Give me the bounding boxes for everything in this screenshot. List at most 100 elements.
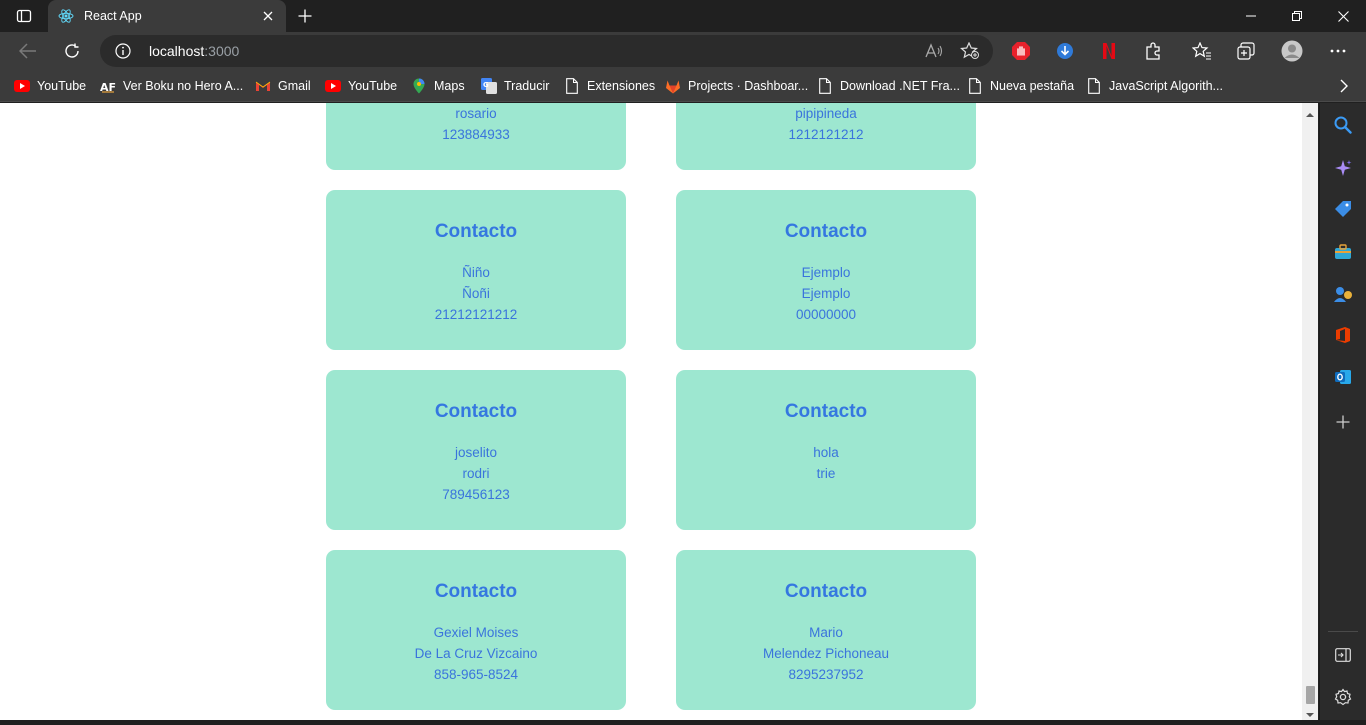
hide-sidebar-icon[interactable]: [1330, 642, 1356, 668]
bookmark-youtube[interactable]: YouTube: [14, 76, 86, 96]
games-icon[interactable]: [1330, 281, 1356, 307]
contact-line: Gexiel Moises: [433, 625, 519, 640]
page-icon: [817, 78, 833, 94]
contact-line: 1212121212: [788, 127, 864, 142]
contact-line: trie: [816, 466, 836, 481]
outlook-icon[interactable]: [1330, 364, 1356, 390]
bookmark-js-algorithms[interactable]: JavaScript Algorith...: [1086, 76, 1223, 96]
contact-line: Ejemplo: [801, 265, 851, 280]
bookmark-download-net[interactable]: Download .NET Fra...: [817, 76, 960, 96]
contact-line: Ejemplo: [801, 286, 851, 301]
page-viewport: rosario 123884933 pipipineda 1212121212 …: [0, 103, 1302, 720]
contact-line: pipipineda: [795, 106, 857, 121]
page-icon: [967, 78, 983, 94]
restore-button[interactable]: [1274, 0, 1320, 32]
search-icon[interactable]: [1330, 112, 1356, 138]
settings-gear-icon[interactable]: [1330, 684, 1356, 710]
contact-card: Contacto Ejemplo Ejemplo 00000000: [676, 190, 976, 350]
card-title: Contacto: [434, 401, 518, 422]
bookmark-gitlab-projects[interactable]: Projects · Dashboar...: [665, 76, 808, 96]
page-icon: [564, 78, 580, 94]
maps-icon: [411, 78, 427, 94]
tab-react-app[interactable]: React App: [48, 0, 286, 32]
contact-line: rodri: [462, 466, 490, 481]
contact-line: 00000000: [795, 307, 857, 322]
contact-line: 21212121212: [434, 307, 518, 322]
office-icon[interactable]: [1330, 322, 1356, 348]
minimize-button[interactable]: [1228, 0, 1274, 32]
edge-sidebar: [1319, 103, 1366, 720]
react-icon: [58, 8, 74, 24]
adblock-extension-icon[interactable]: [1006, 36, 1036, 66]
svg-text:AF: AF: [100, 81, 116, 93]
contact-line: 8295237952: [788, 667, 864, 682]
sidebar-divider: [1328, 631, 1358, 632]
scroll-up-icon[interactable]: [1305, 107, 1315, 117]
tab-actions-icon[interactable]: [8, 4, 40, 28]
download-extension-icon[interactable]: [1050, 36, 1080, 66]
add-favorite-icon[interactable]: [960, 41, 980, 61]
contact-card: Contacto Ñiño Ñoñi 21212121212: [326, 190, 626, 350]
contact-line: De La Cruz Vizcaino: [414, 646, 538, 661]
gmail-icon: [255, 78, 271, 94]
chevron-right-icon[interactable]: [1336, 77, 1352, 95]
card-title: Contacto: [784, 221, 868, 242]
contact-line: joselito: [454, 445, 498, 460]
contact-line: hola: [813, 445, 839, 460]
card-title: Contacto: [434, 221, 518, 242]
contact-line: 123884933: [442, 127, 510, 142]
card-title: Contacto: [784, 401, 868, 422]
tools-briefcase-icon[interactable]: [1330, 239, 1356, 265]
refresh-button[interactable]: [57, 36, 87, 66]
contact-card: Contacto hola trie: [676, 370, 976, 530]
scroll-down-icon[interactable]: [1305, 707, 1315, 717]
favorites-icon[interactable]: [1187, 36, 1217, 66]
shopping-tag-icon[interactable]: [1330, 196, 1356, 222]
copilot-sparkle-icon[interactable]: [1330, 155, 1356, 181]
contact-card: pipipineda 1212121212: [676, 103, 976, 170]
gitlab-icon: [665, 78, 681, 94]
new-tab-button[interactable]: [292, 4, 318, 28]
extensions-icon[interactable]: [1138, 36, 1168, 66]
title-bar: React App: [0, 0, 1366, 32]
contact-line: Melendez Pichoneau: [762, 646, 890, 661]
close-tab-icon[interactable]: [260, 8, 276, 24]
profile-avatar[interactable]: [1277, 36, 1307, 66]
youtube-icon: [14, 78, 30, 94]
contact-card: Contacto joselito rodri 789456123: [326, 370, 626, 530]
bookmark-gmail[interactable]: Gmail: [255, 76, 311, 96]
back-button[interactable]: [13, 36, 43, 66]
bookmark-extensiones[interactable]: Extensiones: [564, 76, 655, 96]
close-window-button[interactable]: [1320, 0, 1366, 32]
bookmarks-bar: YouTube AF Ver Boku no Hero A... Gmail Y…: [0, 70, 1366, 102]
add-icon[interactable]: [1330, 409, 1356, 435]
collections-icon[interactable]: [1231, 36, 1261, 66]
site-info-icon[interactable]: [115, 43, 131, 59]
bookmark-boku-no-hero[interactable]: AF Ver Boku no Hero A...: [100, 76, 243, 96]
bookmark-nueva-pestana[interactable]: Nueva pestaña: [967, 76, 1074, 96]
url-text[interactable]: localhost:3000: [149, 43, 239, 59]
youtube-icon: [325, 78, 341, 94]
contact-line: Ñoñi: [462, 286, 490, 301]
scrollbar-thumb[interactable]: [1306, 686, 1315, 704]
svg-text:G: G: [483, 81, 489, 89]
contact-card: Contacto Mario Melendez Pichoneau 829523…: [676, 550, 976, 710]
bookmark-youtube-2[interactable]: YouTube: [325, 76, 397, 96]
netflix-extension-icon[interactable]: [1094, 36, 1124, 66]
address-bar[interactable]: localhost:3000: [100, 35, 993, 67]
translate-icon: G: [481, 78, 497, 94]
more-menu-icon[interactable]: [1323, 36, 1353, 66]
card-title: Contacto: [784, 581, 868, 602]
bookmark-traducir[interactable]: G Traducir: [481, 76, 549, 96]
contact-line: Ñiño: [462, 265, 490, 280]
contact-line: 858-965-8524: [433, 667, 519, 682]
card-title: Contacto: [434, 581, 518, 602]
af-icon: AF: [100, 78, 116, 94]
page-icon: [1086, 78, 1102, 94]
contact-card: rosario 123884933: [326, 103, 626, 170]
contact-line: 789456123: [442, 487, 510, 502]
bookmark-maps[interactable]: Maps: [411, 76, 465, 96]
page-scrollbar[interactable]: [1302, 103, 1318, 720]
toolbar: localhost:3000: [0, 32, 1366, 70]
read-aloud-icon[interactable]: [924, 41, 944, 61]
